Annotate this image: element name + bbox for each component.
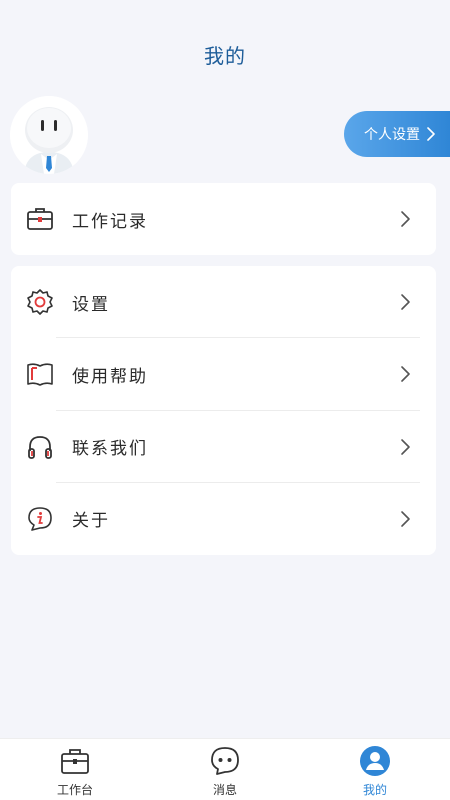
menu-item-about[interactable]: 关于 bbox=[11, 483, 436, 555]
profile-page: 我的 个人设置 工作记录 设置 使用帮助 联系我们 关于 工作台 消息 我的 bbox=[0, 0, 450, 800]
avatar[interactable] bbox=[10, 96, 88, 174]
chevron-right-icon bbox=[401, 211, 410, 227]
tab-mine[interactable]: 我的 bbox=[300, 739, 450, 800]
menu-item-label: 联系我们 bbox=[72, 439, 148, 460]
briefcase-icon bbox=[59, 745, 91, 777]
menu-item-label: 使用帮助 bbox=[72, 366, 148, 387]
info-icon bbox=[26, 505, 54, 533]
menu-item-contact[interactable]: 联系我们 bbox=[11, 411, 436, 483]
menu-card-work: 工作记录 bbox=[11, 183, 436, 255]
chevron-right-icon bbox=[401, 438, 410, 455]
chat-icon bbox=[209, 745, 241, 777]
menu-item-work-records[interactable]: 工作记录 bbox=[11, 183, 436, 255]
menu-item-settings[interactable]: 设置 bbox=[11, 266, 436, 339]
chevron-right-icon bbox=[401, 366, 410, 383]
tab-label: 消息 bbox=[212, 783, 237, 797]
menu-item-label: 设置 bbox=[72, 294, 110, 315]
chevron-right-icon bbox=[401, 294, 410, 310]
menu-card-general: 设置 使用帮助 联系我们 关于 bbox=[11, 266, 436, 555]
avatar-icon bbox=[10, 96, 88, 174]
personal-settings-label: 个人设置 bbox=[364, 127, 420, 143]
briefcase-icon bbox=[26, 205, 54, 233]
tab-label: 工作台 bbox=[56, 783, 93, 797]
gear-icon bbox=[26, 288, 54, 316]
book-icon bbox=[26, 360, 54, 388]
headphones-icon bbox=[26, 433, 54, 461]
personal-settings-button[interactable]: 个人设置 bbox=[344, 111, 450, 157]
menu-item-label: 关于 bbox=[72, 511, 110, 532]
menu-item-label: 工作记录 bbox=[72, 211, 148, 232]
user-icon bbox=[359, 745, 391, 777]
tab-messages[interactable]: 消息 bbox=[150, 739, 300, 800]
menu-item-help[interactable]: 使用帮助 bbox=[11, 338, 436, 411]
page-title: 我的 bbox=[204, 44, 246, 68]
tab-label: 我的 bbox=[362, 783, 387, 797]
tab-workbench[interactable]: 工作台 bbox=[0, 739, 150, 800]
bottom-tab-bar: 工作台 消息 我的 bbox=[0, 738, 450, 800]
chevron-right-icon bbox=[401, 511, 410, 527]
chevron-right-icon bbox=[427, 127, 435, 141]
